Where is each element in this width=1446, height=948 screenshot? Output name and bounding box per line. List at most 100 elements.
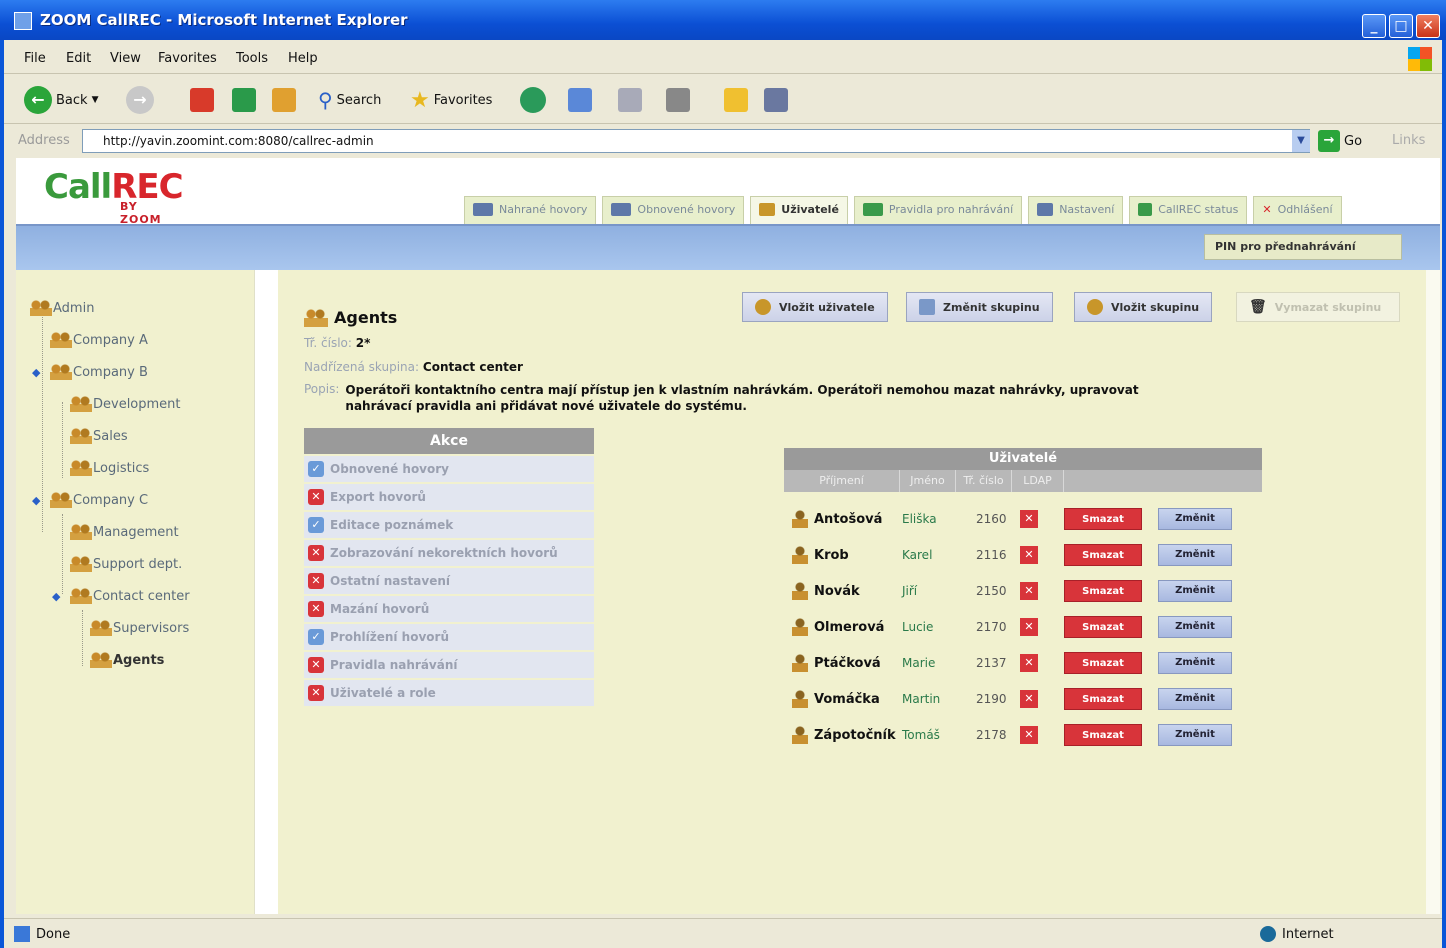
user-lastname: Antošová bbox=[814, 511, 883, 527]
delete-group-button[interactable]: 🗑 Vymazat skupinu bbox=[1236, 292, 1400, 322]
tab-users[interactable]: Uživatelé bbox=[750, 196, 848, 224]
delete-user-button[interactable]: Smazat bbox=[1064, 508, 1142, 530]
tree-label: Agents bbox=[113, 652, 165, 668]
edit-user-button[interactable]: Změnit bbox=[1158, 688, 1232, 710]
tree-node-logistics[interactable]: Logistics bbox=[70, 460, 149, 476]
messenger-button[interactable] bbox=[764, 86, 788, 114]
unchecked-icon[interactable]: ✕ bbox=[308, 545, 324, 561]
go-button[interactable]: → Go bbox=[1318, 130, 1362, 152]
forward-button[interactable]: → bbox=[126, 86, 154, 114]
tree-node-admin[interactable]: Admin bbox=[30, 300, 94, 316]
tab-restored-calls[interactable]: Obnovené hovory bbox=[602, 196, 745, 224]
address-input[interactable]: http://yavin.zoomint.com:8080/callrec-ad… bbox=[82, 129, 1310, 153]
tree-node-agents[interactable]: Agents bbox=[90, 652, 164, 668]
folder-button[interactable] bbox=[724, 86, 748, 114]
print-button[interactable] bbox=[618, 86, 642, 114]
menu-view[interactable]: View bbox=[110, 51, 141, 66]
tab-recorded-calls[interactable]: Nahrané hovory bbox=[464, 196, 597, 224]
user-extension: 2150 bbox=[976, 584, 1007, 598]
permission-row: ✓ Obnovené hovory bbox=[304, 454, 594, 482]
unchecked-icon[interactable]: ✕ bbox=[308, 685, 324, 701]
col-lastname[interactable]: Příjmení bbox=[784, 470, 900, 492]
edit-user-button[interactable]: Změnit bbox=[1158, 580, 1232, 602]
unchecked-icon[interactable]: ✕ bbox=[308, 657, 324, 673]
expand-arrow-icon[interactable]: ◆ bbox=[32, 366, 40, 379]
main-scrollbar[interactable] bbox=[1426, 270, 1440, 914]
zone-text: Internet bbox=[1282, 926, 1334, 942]
unchecked-icon[interactable]: ✕ bbox=[308, 573, 324, 589]
delete-user-button[interactable]: Smazat bbox=[1064, 688, 1142, 710]
permission-label: Zobrazování nekorektních hovorů bbox=[330, 546, 558, 560]
mail-button[interactable] bbox=[568, 86, 592, 114]
user-firstname: Karel bbox=[902, 548, 933, 562]
user-icon bbox=[792, 726, 808, 744]
permission-label: Obnovené hovory bbox=[330, 462, 449, 476]
tree-node-support[interactable]: Support dept. bbox=[70, 556, 182, 572]
ldap-off-icon: ✕ bbox=[1020, 654, 1038, 672]
stop-button[interactable] bbox=[190, 86, 214, 114]
group-icon bbox=[90, 620, 112, 636]
tree-node-company-c[interactable]: Company C bbox=[50, 492, 148, 508]
edit-user-button[interactable]: Změnit bbox=[1158, 544, 1232, 566]
unchecked-icon[interactable]: ✕ bbox=[308, 601, 324, 617]
back-button[interactable]: ← Back ▼ bbox=[24, 86, 98, 114]
pin-prerecording-button[interactable]: PIN pro přednahrávání bbox=[1204, 234, 1402, 260]
close-button[interactable]: ✕ bbox=[1416, 14, 1440, 38]
favorites-button[interactable]: ★ Favorites bbox=[410, 86, 492, 114]
edit-user-button[interactable]: Změnit bbox=[1158, 616, 1232, 638]
tree-node-company-b[interactable]: Company B bbox=[50, 364, 148, 380]
home-button[interactable] bbox=[272, 86, 296, 114]
minimize-button[interactable]: _ bbox=[1362, 14, 1386, 38]
unchecked-icon[interactable]: ✕ bbox=[308, 489, 324, 505]
insert-user-button[interactable]: Vložit uživatele bbox=[742, 292, 888, 322]
menu-tools[interactable]: Tools bbox=[236, 51, 268, 66]
links-button[interactable]: Links bbox=[1392, 133, 1425, 148]
sidebar-scrollbar[interactable] bbox=[254, 270, 274, 914]
tab-callrec-status[interactable]: CallREC status bbox=[1129, 196, 1248, 224]
expand-arrow-icon[interactable]: ◆ bbox=[32, 494, 40, 507]
delete-user-button[interactable]: Smazat bbox=[1064, 616, 1142, 638]
delete-user-button[interactable]: Smazat bbox=[1064, 580, 1142, 602]
menu-favorites[interactable]: Favorites bbox=[158, 51, 217, 66]
checked-icon[interactable]: ✓ bbox=[308, 461, 324, 477]
tree-node-development[interactable]: Development bbox=[70, 396, 181, 412]
tree-node-sales[interactable]: Sales bbox=[70, 428, 128, 444]
group-detail-panel: Vložit uživatele Změnit skupinu Vložit s… bbox=[278, 270, 1426, 914]
ldap-off-icon: ✕ bbox=[1020, 582, 1038, 600]
insert-group-button[interactable]: Vložit skupinu bbox=[1074, 292, 1213, 322]
history-button[interactable] bbox=[520, 86, 546, 114]
user-icon bbox=[792, 654, 808, 672]
edit-user-button[interactable]: Změnit bbox=[1158, 724, 1232, 746]
delete-user-button[interactable]: Smazat bbox=[1064, 724, 1142, 746]
tree-label: Logistics bbox=[93, 460, 150, 476]
refresh-button[interactable] bbox=[232, 86, 256, 114]
edit-button[interactable] bbox=[666, 86, 690, 114]
address-dropdown-icon[interactable]: ▼ bbox=[1292, 130, 1310, 152]
tab-recording-rules[interactable]: Pravidla pro nahrávání bbox=[853, 196, 1023, 224]
tree-node-supervisors[interactable]: Supervisors bbox=[90, 620, 189, 636]
tab-logout[interactable]: ✕ Odhlášení bbox=[1253, 196, 1342, 224]
search-button[interactable]: ⚲ Search bbox=[318, 86, 381, 114]
tree-node-company-a[interactable]: Company A bbox=[50, 332, 148, 348]
change-group-button[interactable]: Změnit skupinu bbox=[906, 292, 1053, 322]
delete-user-button[interactable]: Smazat bbox=[1064, 544, 1142, 566]
ie-page-icon bbox=[14, 12, 32, 30]
edit-user-button[interactable]: Změnit bbox=[1158, 508, 1232, 530]
status-bar: Done Internet bbox=[4, 918, 1442, 948]
menu-file[interactable]: File bbox=[24, 51, 46, 66]
maximize-button[interactable]: □ bbox=[1389, 14, 1413, 38]
col-ldap[interactable]: LDAP bbox=[1012, 470, 1064, 492]
checked-icon[interactable]: ✓ bbox=[308, 517, 324, 533]
checked-icon[interactable]: ✓ bbox=[308, 629, 324, 645]
tree-node-management[interactable]: Management bbox=[70, 524, 179, 540]
tab-settings[interactable]: Nastavení bbox=[1028, 196, 1124, 224]
edit-user-button[interactable]: Změnit bbox=[1158, 652, 1232, 674]
menu-edit[interactable]: Edit bbox=[66, 51, 91, 66]
col-firstname[interactable]: Jméno bbox=[900, 470, 956, 492]
menu-help[interactable]: Help bbox=[288, 51, 318, 66]
expand-arrow-icon[interactable]: ◆ bbox=[52, 590, 60, 603]
tree-node-contact-center[interactable]: Contact center bbox=[70, 588, 190, 604]
col-extension[interactable]: Tř. číslo bbox=[956, 470, 1012, 492]
tree-label: Company A bbox=[73, 332, 148, 348]
delete-user-button[interactable]: Smazat bbox=[1064, 652, 1142, 674]
